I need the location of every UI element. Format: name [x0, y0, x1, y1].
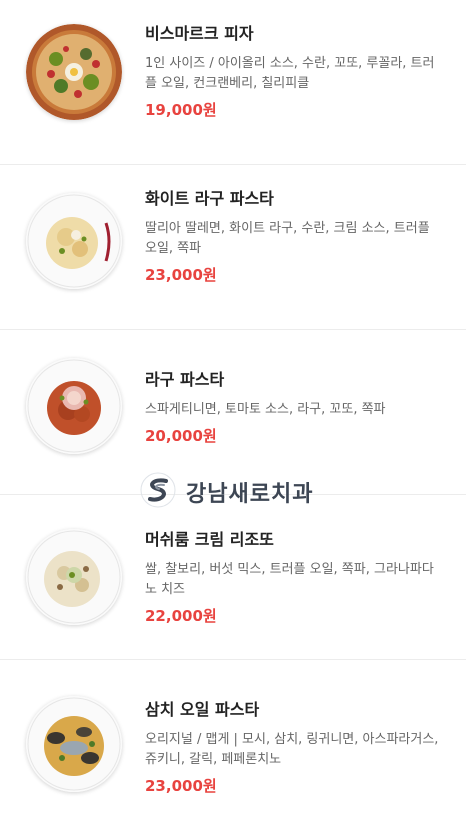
dish-name: 라구 파스타 [145, 370, 225, 389]
swirl-logo-icon [140, 472, 176, 512]
dish-name: 화이트 라구 파스타 [145, 189, 274, 208]
menu-item-info: 삼치 오일 파스타 오리지널 / 맵게 | 모시, 삼치, 링귀니면, 아스파라… [145, 700, 445, 796]
menu-item-info: 화이트 라구 파스타 딸리아 딸레면, 화이트 라구, 수란, 크림 소스, 트… [145, 189, 445, 285]
dish-price: 19,000원 [145, 101, 217, 119]
dish-price: 20,000원 [145, 427, 217, 445]
dish-name: 머쉬룸 크림 리조또 [145, 530, 274, 549]
dish-description: 딸리아 딸레면, 화이트 라구, 수란, 크림 소스, 트러플 오일, 쪽파 [145, 221, 430, 256]
mackerel-oil-pasta-photo [26, 696, 122, 792]
dish-price: 22,000원 [145, 607, 217, 625]
ragu-pasta-photo [26, 358, 122, 454]
watermark-text: 강남새로치과 [186, 482, 314, 507]
dish-price: 23,000원 [145, 266, 217, 284]
dish-name: 삼치 오일 파스타 [145, 700, 260, 719]
menu-item-ragu-pasta[interactable]: 라구 파스타 스파게티니면, 토마토 소스, 라구, 꼬또, 쪽파 20,000… [0, 330, 466, 495]
watermark: 강남새로치과 [140, 472, 313, 512]
dish-price: 23,000원 [145, 777, 217, 795]
menu-item-bismarck-pizza[interactable]: 비스마르크 피자 1인 사이즈 / 아이올리 소스, 수란, 꼬또, 루꼴라, … [0, 0, 466, 165]
menu-item-info: 라구 파스타 스파게티니면, 토마토 소스, 라구, 꼬또, 쪽파 20,000… [145, 370, 445, 446]
white-ragu-pasta-photo [26, 193, 122, 289]
menu-item-info: 머쉬룸 크림 리조또 쌀, 찰보리, 버섯 믹스, 트러플 오일, 쪽파, 그라… [145, 530, 445, 626]
pizza-photo [26, 24, 122, 120]
menu-item-mackerel-oil-pasta[interactable]: 삼치 오일 파스타 오리지널 / 맵게 | 모시, 삼치, 링귀니면, 아스파라… [0, 660, 466, 825]
menu-item-white-ragu-pasta[interactable]: 화이트 라구 파스타 딸리아 딸레면, 화이트 라구, 수란, 크림 소스, 트… [0, 165, 466, 330]
dish-description: 쌀, 찰보리, 버섯 믹스, 트러플 오일, 쪽파, 그라나파다노 치즈 [145, 562, 434, 597]
menu-item-mushroom-risotto[interactable]: 머쉬룸 크림 리조또 쌀, 찰보리, 버섯 믹스, 트러플 오일, 쪽파, 그라… [0, 495, 466, 660]
mushroom-risotto-photo [26, 529, 122, 625]
dish-name: 비스마르크 피자 [145, 24, 254, 43]
menu-item-info: 비스마르크 피자 1인 사이즈 / 아이올리 소스, 수란, 꼬또, 루꼴라, … [145, 24, 445, 120]
dish-description: 스파게티니면, 토마토 소스, 라구, 꼬또, 쪽파 [145, 402, 386, 417]
dish-description: 오리지널 / 맵게 | 모시, 삼치, 링귀니면, 아스파라거스, 쥬키니, 갈… [145, 732, 439, 767]
dish-description: 1인 사이즈 / 아이올리 소스, 수란, 꼬또, 루꼴라, 트러플 오일, 컨… [145, 56, 435, 91]
